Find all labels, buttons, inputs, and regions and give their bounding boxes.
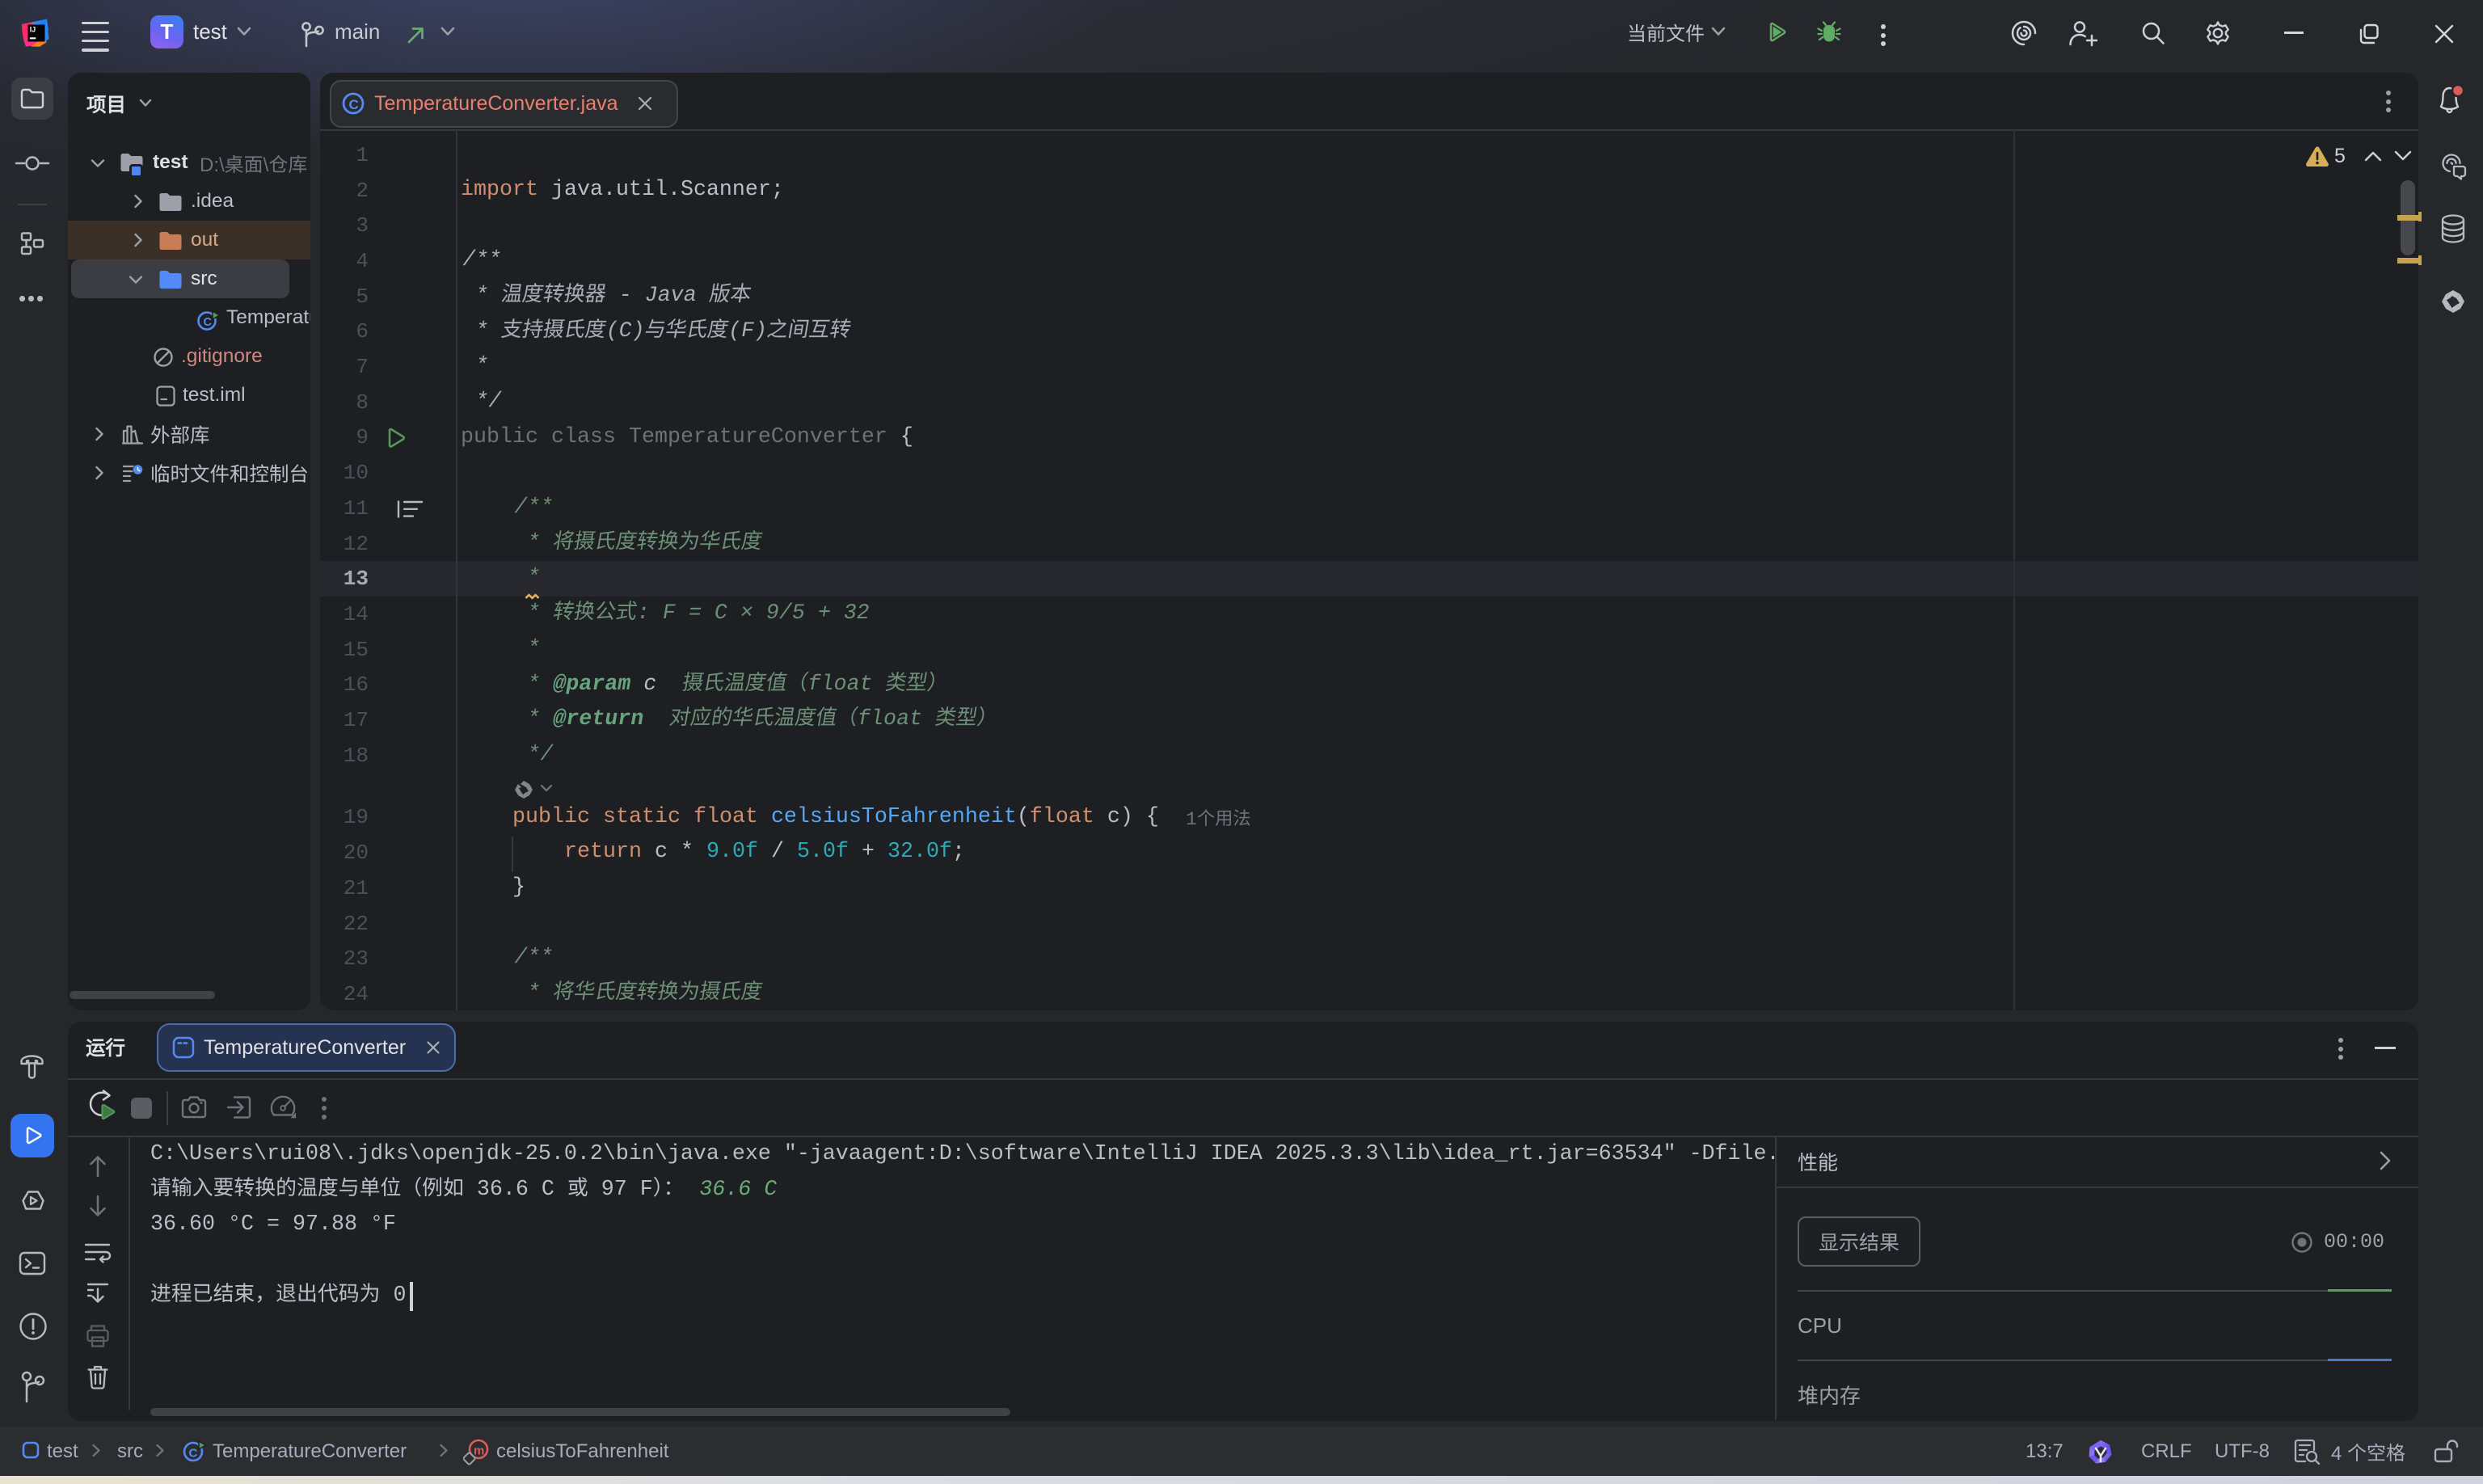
svg-text:C: C — [189, 1447, 198, 1461]
svg-text:C: C — [349, 97, 359, 112]
svg-text:IJ: IJ — [30, 26, 36, 34]
svg-text:C: C — [204, 316, 213, 329]
svg-text:m: m — [474, 1444, 484, 1458]
